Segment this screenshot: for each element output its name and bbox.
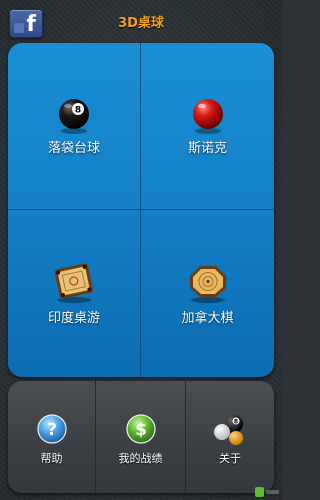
my-record-label: 我的战绩 — [118, 452, 163, 465]
menu-item-label: 印度桌游 — [47, 311, 100, 326]
my-record-button[interactable]: $ 我的战绩 — [96, 381, 186, 493]
menu-item-carrom[interactable]: 印度桌游 — [8, 210, 141, 377]
bottom-toolbar: ? 帮助 $ 我的战绩 8 关于 — [8, 381, 274, 493]
red-ball-icon — [141, 95, 274, 135]
menu-item-label: 斯诺克 — [187, 141, 227, 156]
carrom-board-icon — [8, 262, 140, 303]
game-mode-grid: 8 落袋台球 斯诺克 印度桌游 加拿大棋 — [8, 43, 274, 377]
app-title: 3D桌球 — [118, 16, 164, 31]
about-button[interactable]: 8 关于 — [186, 381, 274, 493]
svg-text:8: 8 — [234, 419, 238, 426]
menu-item-label: 加拿大棋 — [181, 311, 234, 326]
menu-item-pocket-billiards[interactable]: 8 落袋台球 — [8, 43, 141, 210]
help-button[interactable]: ? 帮助 — [8, 381, 96, 493]
top-bar: f 3D桌球 — [0, 0, 282, 40]
dollar-icon: $ — [96, 413, 185, 445]
help-label: 帮助 — [40, 452, 63, 465]
about-balls-icon: 8 — [186, 413, 274, 445]
menu-item-snooker[interactable]: 斯诺克 — [141, 43, 274, 210]
help-icon: ? — [8, 413, 95, 445]
svg-text:8: 8 — [75, 106, 81, 116]
svg-text:$: $ — [135, 420, 147, 440]
svg-text:?: ? — [47, 420, 57, 440]
menu-item-label: 落袋台球 — [47, 141, 100, 156]
menu-item-crokinole[interactable]: 加拿大棋 — [141, 210, 274, 377]
crokinole-board-icon — [141, 262, 274, 303]
eight-ball-icon: 8 — [8, 95, 140, 135]
watermark-logo — [254, 484, 280, 498]
app-screen: f 3D桌球 8 落袋台球 斯诺克 印度桌游 加拿大棋 ? 帮助 $ 我的战绩 … — [0, 0, 282, 500]
about-label: 关于 — [219, 452, 241, 465]
